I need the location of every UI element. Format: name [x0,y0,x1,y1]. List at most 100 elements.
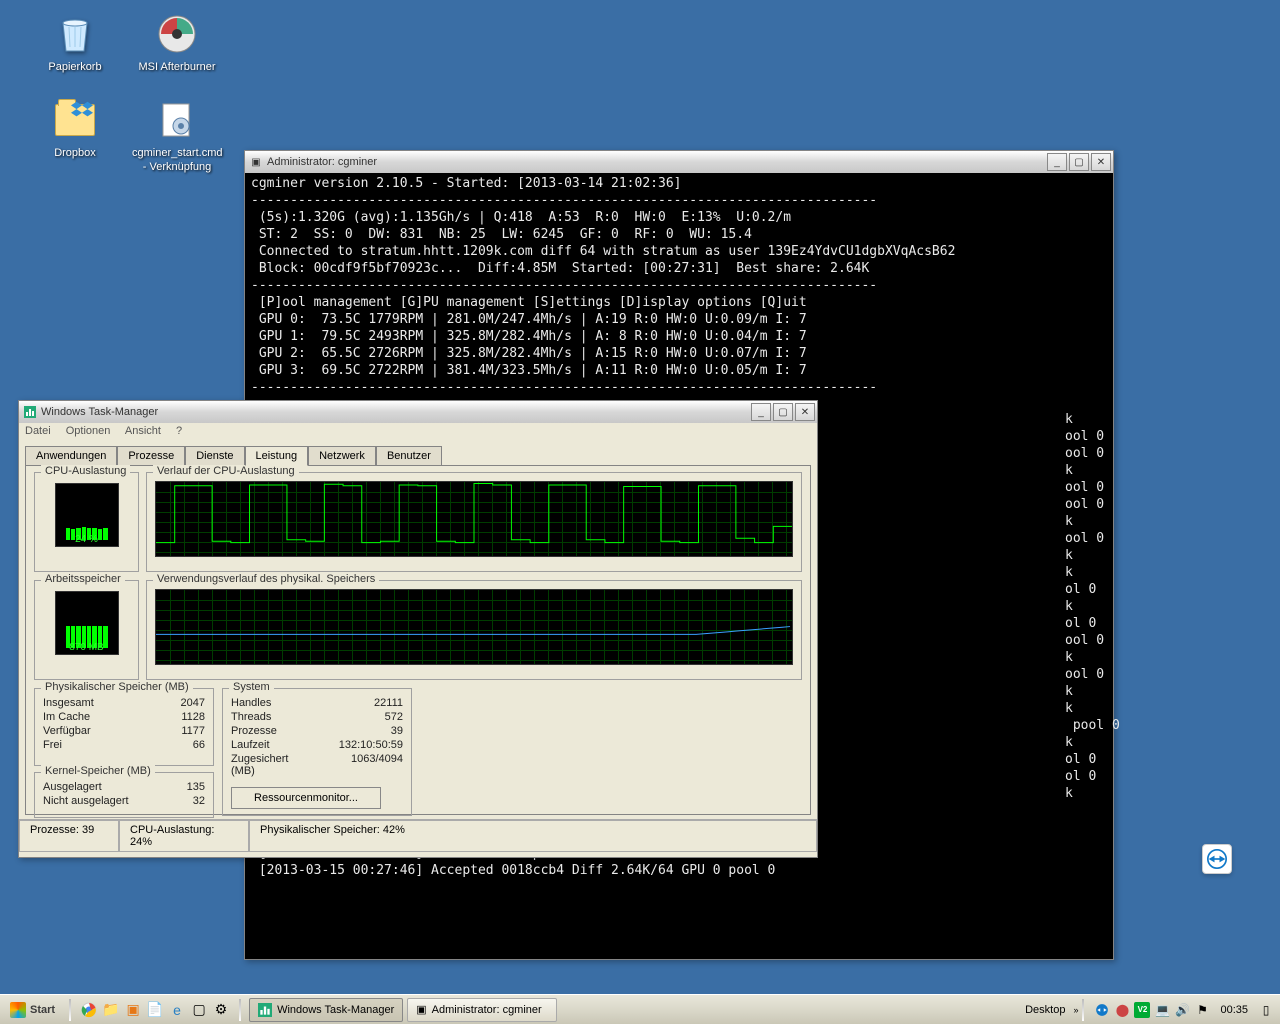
tm-tabs: Anwendungen Prozesse Dienste Leistung Ne… [25,445,811,465]
status-mem: Physikalischer Speicher: 42% [249,820,817,852]
desktop-icon-label: Dropbox [30,146,120,160]
tab-users[interactable]: Benutzer [376,446,442,466]
stat-key: Ausgelagert [43,781,157,793]
tm-titlebar[interactable]: Windows Task-Manager _ ▢ ✕ [19,401,817,423]
console-right-fragments: k ool 0 ool 0 k ool 0 ool 0 k ool 0 k k … [1065,411,1120,802]
tab-network[interactable]: Netzwerk [308,446,376,466]
teamviewer-badge[interactable] [1202,844,1232,874]
console-titlebar[interactable]: ▣ Administrator: cgminer _ ▢ ✕ [245,151,1113,173]
desktop-icon-dropbox[interactable]: Dropbox [30,98,120,160]
memory-history-box: Verwendungsverlauf des physikal. Speiche… [146,580,802,680]
tray-teamviewer-icon[interactable] [1094,1002,1110,1018]
tab-processes[interactable]: Prozesse [117,446,185,466]
menu-options[interactable]: Optionen [66,425,111,437]
stat-value: 2047 [181,697,205,709]
cpu-history-label: Verlauf der CPU-Auslastung [153,465,299,477]
stat-key: Zugesichert (MB) [231,753,309,777]
cpu-usage-label: CPU-Auslastung [41,465,130,477]
tray-network-icon[interactable]: 💻 [1154,1002,1170,1018]
menu-file[interactable]: Datei [25,425,51,437]
cpu-gauge: 24 % [55,483,119,547]
memory-gauge: 870 MB [55,591,119,655]
tray-flag-icon[interactable]: ⚑ [1194,1002,1210,1018]
tab-performance[interactable]: Leistung [245,446,309,466]
status-cpu: CPU-Auslastung: 24% [119,820,249,852]
stat-value: 135 [187,781,205,793]
taskbar-tasks: Windows Task-Manager ▣ Administrator: cg… [245,998,1017,1022]
minimize-button[interactable]: _ [1047,153,1067,171]
tray-app-icon[interactable]: V2 [1134,1002,1150,1018]
tray-volume-icon[interactable]: 🔊 [1174,1002,1190,1018]
maximize-button[interactable]: ▢ [1069,153,1089,171]
ql-media-icon[interactable]: ▣ [123,1000,143,1020]
tab-applications[interactable]: Anwendungen [25,446,117,466]
tray-clock[interactable]: 00:35 [1214,1004,1254,1016]
stat-key: Im Cache [43,711,151,723]
tm-menubar: Datei Optionen Ansicht ? [19,423,817,443]
taskbar-task-label: Windows Task-Manager [277,1004,394,1016]
tm-performance-panel: CPU-Auslastung 24 % Verlauf der CPU-Ausl… [25,465,811,815]
ql-show-desktop-icon[interactable]: ▢ [189,1000,209,1020]
ql-explorer-icon[interactable]: 📁 [101,1000,121,1020]
menu-help[interactable]: ? [176,425,182,437]
tm-statusbar: Prozesse: 39 CPU-Auslastung: 24% Physika… [19,819,817,852]
close-button[interactable]: ✕ [1091,153,1111,171]
phys-mem-box: Physikalischer Speicher (MB) Insgesamt20… [34,688,214,766]
stat-value: 32 [187,795,205,807]
system-label: System [229,681,274,693]
start-button[interactable]: Start [0,996,65,1024]
stat-value: 1063/4094 [339,753,403,777]
desktop-icon-afterburner[interactable]: MSI Afterburner [132,12,222,74]
resource-monitor-button[interactable]: Ressourcenmonitor... [231,787,381,809]
tray-show-desktop[interactable]: ▯ [1258,1002,1274,1018]
console-title: Administrator: cgminer [267,156,377,168]
stat-key: Insgesamt [43,697,151,709]
maximize-button[interactable]: ▢ [773,403,793,421]
task-manager-window: Windows Task-Manager _ ▢ ✕ Datei Optione… [18,400,818,858]
tm-icon [258,1003,272,1017]
desktop-icon-recycle-bin[interactable]: Papierkorb [30,12,120,74]
stat-value: 132:10:50:59 [339,739,403,751]
stat-key: Nicht ausgelagert [43,795,157,807]
taskbar-task-console[interactable]: ▣ Administrator: cgminer [407,998,557,1022]
ql-chrome-icon[interactable] [79,1000,99,1020]
stat-value: 22111 [339,697,403,709]
stat-key: Prozesse [231,725,309,737]
memory-history-graph [155,589,793,665]
desktop-icon-label: cgminer_start.cmd - Verknüpfung [132,146,222,175]
tray-security-icon[interactable]: ⬤ [1114,1002,1130,1018]
ql-ie-icon[interactable]: e [167,1000,187,1020]
stat-key: Handles [231,697,309,709]
desktop-toolbar-label[interactable]: Desktop [1017,1004,1073,1016]
console-icon: ▣ [416,1003,426,1016]
quick-launch: 📁 ▣ 📄 e ▢ ⚙ [75,1000,235,1020]
ql-afterburner-icon[interactable]: ⚙ [211,1000,231,1020]
taskbar-task-taskmgr[interactable]: Windows Task-Manager [249,998,403,1022]
kernel-mem-box: Kernel-Speicher (MB) Ausgelagert135Nicht… [34,772,214,818]
folder-icon [53,98,97,142]
desktop-icon-label: Papierkorb [30,60,120,74]
stat-value: 572 [339,711,403,723]
taskbar-task-label: Administrator: cgminer [432,1004,542,1016]
start-label: Start [30,1004,55,1016]
tm-title: Windows Task-Manager [41,406,158,418]
cpu-usage-box: CPU-Auslastung 24 % [34,472,139,572]
ql-notepad-icon[interactable]: 📄 [145,1000,165,1020]
tab-services[interactable]: Dienste [185,446,244,466]
tm-icon [23,405,37,419]
menu-view[interactable]: Ansicht [125,425,161,437]
cpu-usage-value: 24 % [56,534,118,545]
desktop-toolbar-chevron-icon[interactable]: » [1073,1005,1078,1015]
status-processes: Prozesse: 39 [19,820,119,852]
close-button[interactable]: ✕ [795,403,815,421]
stat-value: 39 [339,725,403,737]
stat-value: 1128 [181,711,205,723]
stat-key: Laufzeit [231,739,309,751]
console-icon: ▣ [249,155,263,169]
desktop-icon-cgminer[interactable]: cgminer_start.cmd - Verknüpfung [132,98,222,175]
system-box: System Handles22111Threads572Prozesse39L… [222,688,412,816]
phys-mem-label: Physikalischer Speicher (MB) [41,681,193,693]
cpu-history-graph [155,481,793,557]
afterburner-icon [155,12,199,56]
minimize-button[interactable]: _ [751,403,771,421]
